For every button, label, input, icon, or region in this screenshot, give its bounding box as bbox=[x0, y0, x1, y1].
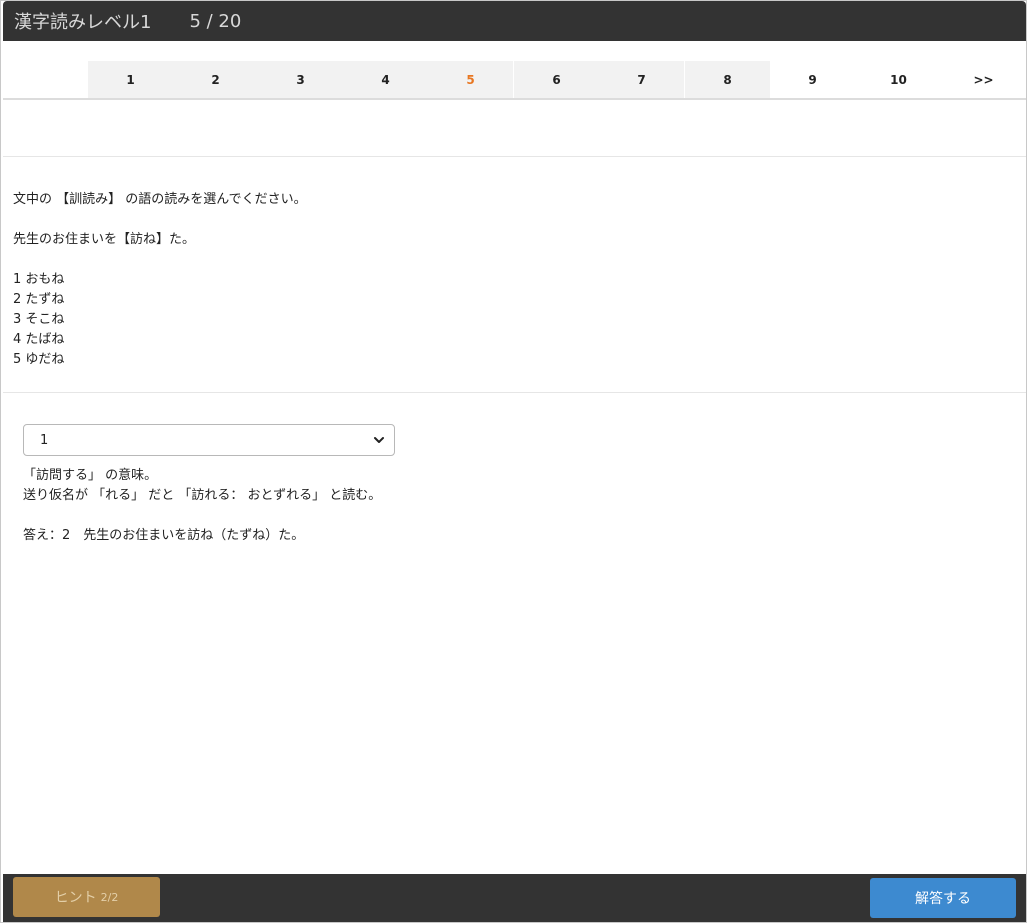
page-link-2[interactable]: 2 bbox=[173, 61, 258, 98]
answer-button[interactable]: 解答する bbox=[870, 878, 1016, 918]
hint-answer: 答え：2 先生のお住まいを訪ね（たずね）た。 bbox=[23, 528, 305, 543]
choice-2: 2 たずね bbox=[13, 292, 65, 307]
chevron-down-icon bbox=[374, 437, 384, 443]
choice-4: 4 たばね bbox=[13, 332, 65, 347]
divider bbox=[3, 156, 1026, 157]
bottom-bar: ヒント 2/2 解答する bbox=[3, 874, 1026, 922]
app-frame: 漢字読みレベル1 5 / 20 1 2 3 4 5 6 7 8 9 10 >> … bbox=[0, 0, 1027, 923]
answer-select[interactable]: 1 bbox=[23, 424, 395, 456]
next-pages-link[interactable]: >> bbox=[941, 61, 1026, 98]
page-title: 漢字読みレベル1 bbox=[14, 12, 152, 33]
choice-5: 5 ゆだね bbox=[13, 352, 65, 367]
question-pager: 1 2 3 4 5 6 7 8 9 10 >> bbox=[3, 61, 1026, 100]
divider bbox=[3, 392, 1026, 393]
question-block: 文中の 【訓読み】 の語の読みを選んでください。 先生のお住まいを【訪ね】た。 … bbox=[13, 190, 307, 370]
page-link-10[interactable]: 10 bbox=[856, 61, 941, 98]
hint-line-1: 「訪問する」 の意味。 bbox=[23, 468, 158, 483]
hint-button-label: ヒント bbox=[54, 890, 97, 906]
page-link-8[interactable]: 8 bbox=[685, 61, 770, 98]
title-bar: 漢字読みレベル1 5 / 20 bbox=[3, 1, 1026, 41]
hint-block: 「訪問する」 の意味。 送り仮名が 「れる」 だと 「訪れる： おとずれる」 と… bbox=[23, 466, 381, 546]
answer-select-value: 1 bbox=[40, 432, 49, 448]
choice-1: 1 おもね bbox=[13, 272, 65, 287]
page-link-1[interactable]: 1 bbox=[88, 61, 173, 98]
page-link-7[interactable]: 7 bbox=[599, 61, 684, 98]
page-link-3[interactable]: 3 bbox=[258, 61, 343, 98]
page-link-6[interactable]: 6 bbox=[514, 61, 599, 98]
hint-button[interactable]: ヒント 2/2 bbox=[13, 877, 160, 917]
page-link-9[interactable]: 9 bbox=[770, 61, 855, 98]
choice-3: 3 そこね bbox=[13, 312, 65, 327]
page-link-4[interactable]: 4 bbox=[343, 61, 428, 98]
hint-line-2: 送り仮名が 「れる」 だと 「訪れる： おとずれる」 と読む。 bbox=[23, 488, 382, 503]
question-progress: 5 / 20 bbox=[189, 10, 242, 32]
question-sentence: 先生のお住まいを【訪ね】た。 bbox=[13, 232, 196, 247]
page-link-5-current[interactable]: 5 bbox=[428, 61, 513, 98]
hint-count: 2/2 bbox=[100, 890, 119, 904]
question-instruction: 文中の 【訓読み】 の語の読みを選んでください。 bbox=[13, 192, 307, 207]
